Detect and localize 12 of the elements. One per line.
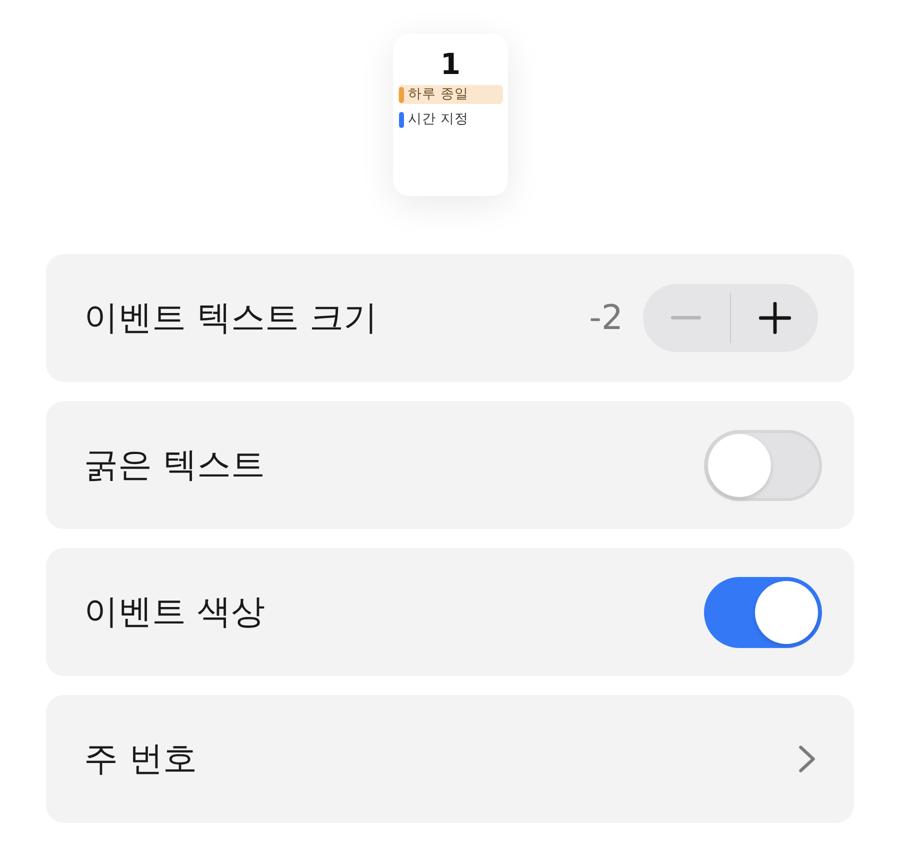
stepper-value: -2 — [589, 298, 623, 338]
setting-label: 주 번호 — [84, 738, 197, 781]
chevron-right-icon — [798, 744, 816, 774]
minus-icon — [670, 316, 702, 320]
event-title: 시간 지정 — [408, 110, 468, 129]
settings-row[interactable]: 주 번호 — [46, 695, 854, 823]
event-title: 하루 종일 — [408, 85, 468, 104]
plus-icon — [758, 302, 791, 334]
setting-label: 굵은 텍스트 — [84, 444, 265, 487]
setting-label: 이벤트 텍스트 크기 — [84, 297, 378, 340]
setting-label: 이벤트 색상 — [84, 591, 265, 634]
day-number: 1 — [439, 47, 462, 83]
